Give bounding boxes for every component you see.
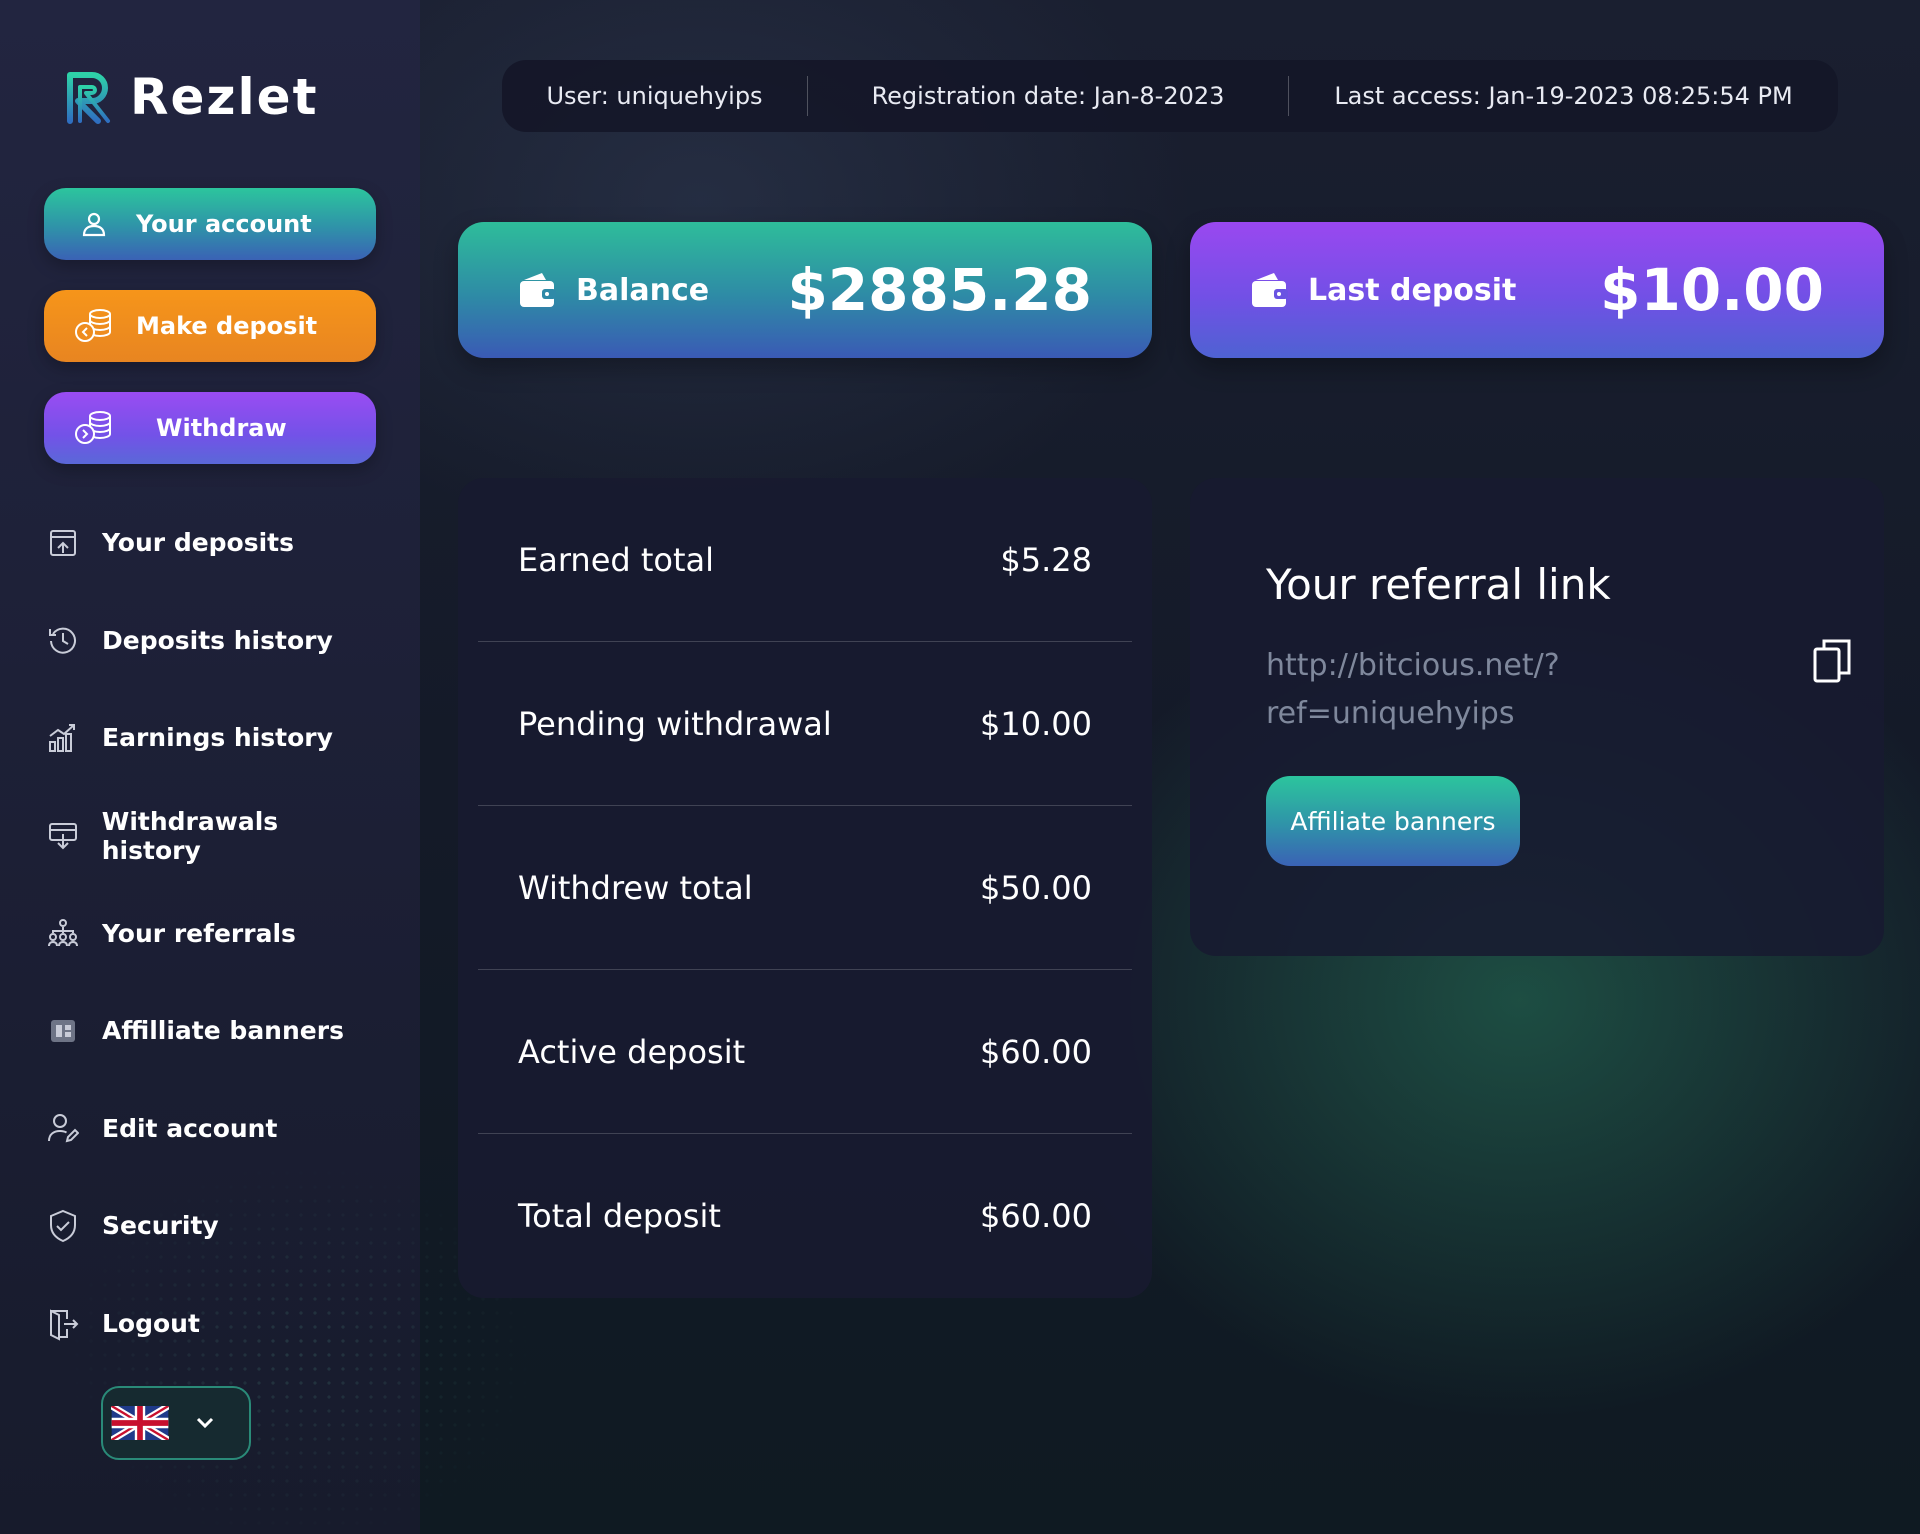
sidebar-item-deposits-history[interactable]: Deposits history — [44, 592, 384, 690]
sidebar-item-label: Edit account — [102, 1113, 278, 1143]
stat-label: Pending withdrawal — [518, 705, 832, 743]
stat-value: $50.00 — [980, 869, 1092, 907]
stat-label: Earned total — [518, 541, 715, 579]
sidebar: Rezlet Your account Make deposit Withdra… — [0, 0, 620, 1534]
brand-logo[interactable]: Rezlet — [64, 68, 318, 126]
stat-value: $5.28 — [1000, 541, 1092, 579]
sidebar-item-label: Withdrawals history — [101, 806, 279, 865]
referral-link-line2: ref=uniquehyips — [1266, 696, 1515, 731]
coins-icon — [64, 308, 124, 344]
account-info-bar: User: uniquehyips Registration date: Jan… — [502, 60, 1838, 132]
sidebar-item-label: Affilliate banners — [102, 1016, 344, 1046]
history-clock-icon — [44, 621, 82, 659]
stat-value: $60.00 — [980, 1197, 1092, 1235]
brand-name: Rezlet — [130, 68, 319, 126]
deposit-box-icon — [44, 524, 82, 562]
registration-date: Registration date: Jan-8-2023 — [871, 82, 1225, 110]
sidebar-item-earnings-history[interactable]: Earnings history — [44, 689, 384, 787]
sidebar-item-security[interactable]: Security — [44, 1177, 384, 1275]
logo-mark-icon — [67, 72, 110, 124]
withdraw-button[interactable]: Withdraw — [44, 392, 376, 464]
make-deposit-label: Make deposit — [136, 312, 318, 340]
stat-row-total-deposit: Total deposit $60.00 — [458, 1134, 1152, 1298]
sidebar-item-your-referrals[interactable]: Your referrals — [44, 884, 384, 982]
door-exit-icon — [44, 1305, 82, 1343]
stat-value: $10.00 — [980, 705, 1092, 743]
referral-panel: Your referral link http://bitcious.net/?… — [1190, 478, 1884, 956]
sidebar-item-label: Your referrals — [102, 918, 296, 948]
make-deposit-button[interactable]: Make deposit — [44, 290, 376, 362]
sidebar-item-your-deposits[interactable]: Your deposits — [44, 494, 384, 592]
sidebar-item-withdrawals-history[interactable]: Withdrawals history — [44, 787, 384, 885]
language-selector[interactable] — [101, 1386, 251, 1460]
sidebar-item-affiliate-banners[interactable]: Affilliate banners — [44, 982, 384, 1080]
balance-card: Balance $2885.28 — [458, 222, 1152, 358]
your-account-button[interactable]: Your account — [44, 188, 376, 260]
withdraw-label: Withdraw — [156, 414, 287, 442]
referrals-tree-icon — [44, 914, 82, 952]
last-deposit-card: Last deposit $10.00 — [1190, 222, 1884, 358]
wallet-icon — [1252, 273, 1288, 307]
banner-icon — [44, 1012, 82, 1050]
user-info: User: uniquehyips — [546, 82, 763, 110]
stat-row-pending-withdrawal: Pending withdrawal $10.00 — [458, 642, 1152, 806]
referral-title: Your referral link — [1266, 560, 1611, 609]
referral-link[interactable]: http://bitcious.net/? ref=uniquehyips — [1266, 642, 1686, 738]
stat-row-withdrew-total: Withdrew total $50.00 — [458, 806, 1152, 970]
sidebar-item-label: Your deposits — [102, 528, 295, 558]
sidebar-item-logout[interactable]: Logout — [44, 1275, 384, 1373]
last-deposit-label: Last deposit — [1308, 272, 1517, 308]
user-icon — [64, 210, 124, 238]
last-deposit-amount: $10.00 — [1600, 256, 1824, 324]
sidebar-item-label: Logout — [102, 1309, 200, 1339]
referral-link-line1: http://bitcious.net/? — [1266, 648, 1560, 683]
user-edit-icon — [44, 1109, 82, 1147]
last-access: Last access: Jan-19-2023 08:25:54 PM — [1334, 82, 1793, 110]
wallet-icon — [520, 273, 556, 307]
stat-label: Active deposit — [518, 1033, 746, 1071]
chart-bars-icon — [44, 719, 82, 757]
stat-label: Total deposit — [518, 1197, 721, 1235]
balance-label: Balance — [576, 272, 710, 308]
sidebar-item-label: Security — [102, 1211, 219, 1241]
your-account-label: Your account — [136, 210, 312, 238]
sidebar-nav: Your deposits Deposits history Earnings … — [44, 494, 384, 1372]
sidebar-item-label: Deposits history — [102, 625, 333, 655]
copy-icon[interactable] — [1812, 638, 1852, 684]
sidebar-item-edit-account[interactable]: Edit account — [44, 1080, 384, 1178]
sidebar-item-label: Earnings history — [102, 723, 333, 753]
shield-check-icon — [44, 1207, 82, 1245]
affiliate-banners-button[interactable]: Affiliate banners — [1266, 776, 1520, 866]
balance-amount: $2885.28 — [787, 256, 1092, 324]
chevron-down-icon — [196, 1417, 214, 1429]
coins-withdraw-icon — [64, 410, 124, 446]
stat-label: Withdrew total — [518, 869, 753, 907]
stat-row-active-deposit: Active deposit $60.00 — [458, 970, 1152, 1134]
uk-flag-icon — [111, 1406, 169, 1440]
card-withdraw-icon — [44, 817, 82, 855]
stats-panel: Earned total $5.28 Pending withdrawal $1… — [458, 478, 1152, 1298]
stat-row-earned-total: Earned total $5.28 — [458, 478, 1152, 642]
stat-value: $60.00 — [980, 1033, 1092, 1071]
